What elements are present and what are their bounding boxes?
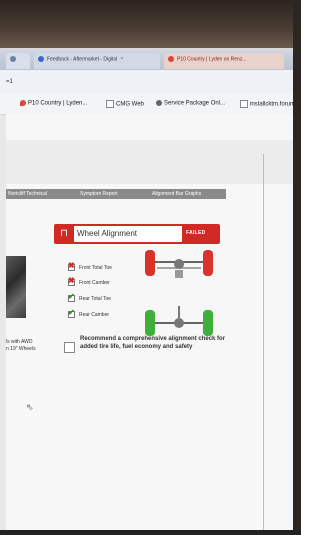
differential-icon — [174, 259, 184, 269]
gear-icon — [156, 100, 162, 106]
tab-favicon-icon — [168, 56, 174, 62]
front-left-wheel-icon — [145, 250, 155, 276]
location-pin-icon — [20, 100, 26, 106]
mouse-cursor-icon: ⇖ — [26, 402, 34, 412]
page-header-band — [6, 140, 293, 184]
steering-link — [175, 270, 183, 278]
front-axle-diagram — [145, 250, 213, 278]
checkbox: ✖ — [68, 261, 75, 271]
front-right-wheel-icon — [203, 250, 213, 276]
monitor-bezel-right — [293, 0, 301, 535]
status-badge: FAILED — [186, 230, 206, 236]
tab-alignment-bar-graphs[interactable]: Alignment Bar Graphs — [152, 191, 201, 197]
checkbox: ✔ — [68, 292, 75, 302]
tab-label: P10 Country | Lyden on Renz... — [177, 56, 247, 63]
vehicle-photo — [6, 256, 26, 318]
recommendation-checkbox[interactable] — [64, 342, 75, 353]
document-icon — [106, 100, 114, 108]
section-tabs: Nortcliff Technical Symptom Report Align… — [6, 189, 226, 199]
bookmark-cmg-web[interactable]: CMG Web — [106, 100, 144, 108]
document-icon — [240, 100, 248, 108]
alignment-icon: ⊓ — [60, 228, 68, 239]
tab-symptom-report[interactable]: Symptom Report — [80, 191, 118, 197]
url-text: =1 — [6, 79, 13, 85]
bookmark-service-package[interactable]: Service Package Onl... — [156, 100, 225, 107]
monitor-bezel-top — [0, 0, 301, 48]
bookmarks-bar: P10 Country | Lyden... CMG Web Service P… — [0, 94, 300, 115]
differential-icon — [174, 318, 184, 328]
report-page: Nortcliff Technical Symptom Report Align… — [6, 114, 293, 530]
recommendation-text: Recommend a comprehensive alignment chec… — [80, 336, 226, 350]
browser-tab[interactable] — [6, 53, 30, 69]
browser-tab-bar: Feedback - Aftermarket - Digital × P10 Co… — [0, 50, 293, 70]
tab-nortcliff-technical[interactable]: Nortcliff Technical — [8, 191, 47, 197]
rear-right-wheel-icon — [203, 310, 213, 336]
wheel-alignment-title: Wheel Alignment — [77, 229, 138, 238]
tab-label: Feedback - Aftermarket - Digital — [47, 56, 118, 63]
fail-x-icon: ✖ — [68, 261, 75, 270]
close-icon[interactable]: × — [120, 56, 123, 62]
column-divider — [263, 154, 264, 530]
fail-x-icon: ✖ — [68, 276, 75, 285]
address-bar[interactable]: =1 — [0, 70, 293, 95]
browser-tab-feedback[interactable]: Feedback - Aftermarket - Digital × — [34, 53, 160, 69]
checkbox: ✔ — [68, 308, 75, 318]
pass-check-icon: ✔ — [68, 308, 75, 317]
browser-tab-p10-country[interactable]: P10 Country | Lyden on Renz... — [164, 53, 284, 69]
wheel-alignment-header: ⊓ Wheel Alignment FAILED — [54, 224, 220, 244]
rear-left-wheel-icon — [145, 310, 155, 336]
vehicle-note: ls with AWD n 19" Wheels — [6, 339, 36, 352]
bookmark-forum[interactable]: installcktm.forum... — [240, 100, 300, 108]
monitor-bezel-bottom — [0, 530, 301, 535]
bookmark-p10-country[interactable]: P10 Country | Lyden... — [20, 100, 87, 107]
checkbox: ✖ — [68, 276, 75, 286]
pass-check-icon: ✔ — [68, 292, 75, 301]
rear-axle-diagram — [145, 306, 213, 336]
title-box: Wheel Alignment — [74, 226, 182, 242]
tab-favicon-icon — [38, 56, 44, 62]
tab-favicon-icon — [10, 56, 16, 62]
